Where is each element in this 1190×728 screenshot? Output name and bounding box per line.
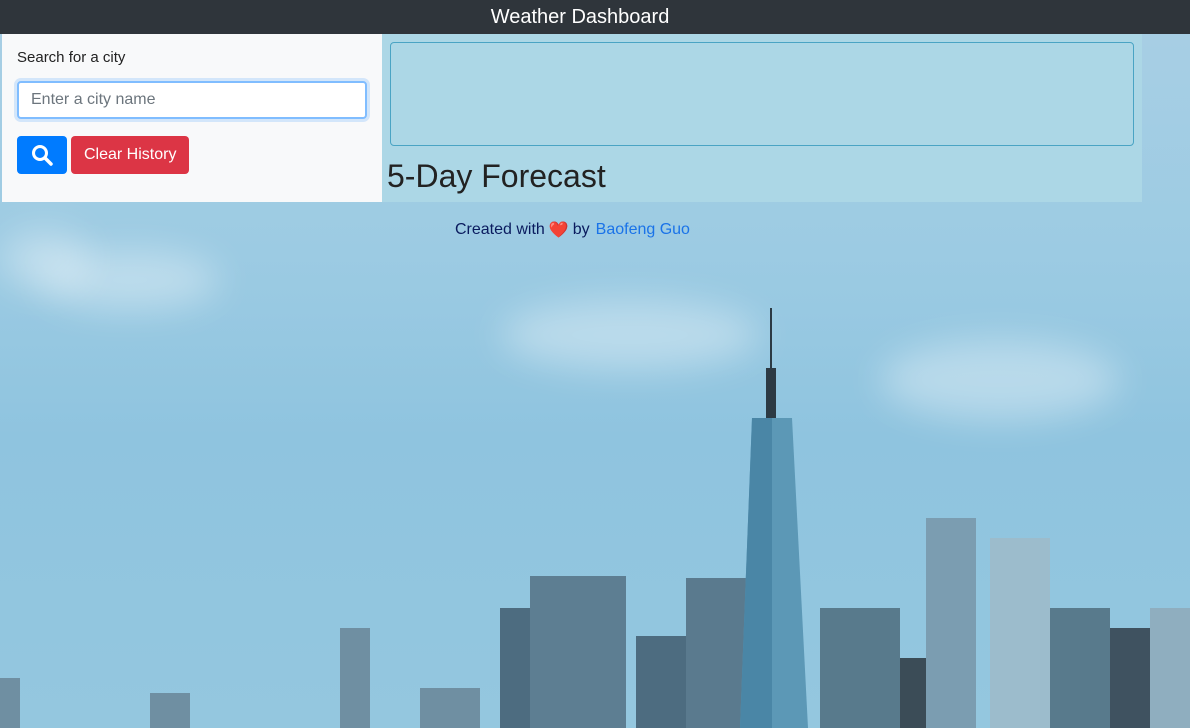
clear-history-button[interactable]: Clear History [71, 136, 190, 174]
city-search-input[interactable] [17, 81, 367, 119]
weather-main-panel: 5-Day Forecast [382, 34, 1142, 202]
search-label: Search for a city [17, 49, 126, 66]
search-icon [32, 145, 53, 166]
search-button[interactable] [17, 136, 67, 174]
footer: Created with ❤️ by Baofeng Guo [455, 220, 690, 240]
city-skyline-image [0, 308, 1190, 728]
app-header: Weather Dashboard [0, 0, 1190, 34]
footer-by: by [572, 221, 590, 238]
author-link[interactable]: Baofeng Guo [596, 221, 690, 239]
current-weather-box [390, 42, 1134, 146]
forecast-heading: 5-Day Forecast [387, 158, 606, 194]
heart-icon: ❤️ [548, 222, 569, 239]
search-panel: Search for a city Clear History [2, 34, 382, 202]
footer-created-with: Created with [455, 221, 545, 238]
page-title: Weather Dashboard [490, 5, 670, 28]
